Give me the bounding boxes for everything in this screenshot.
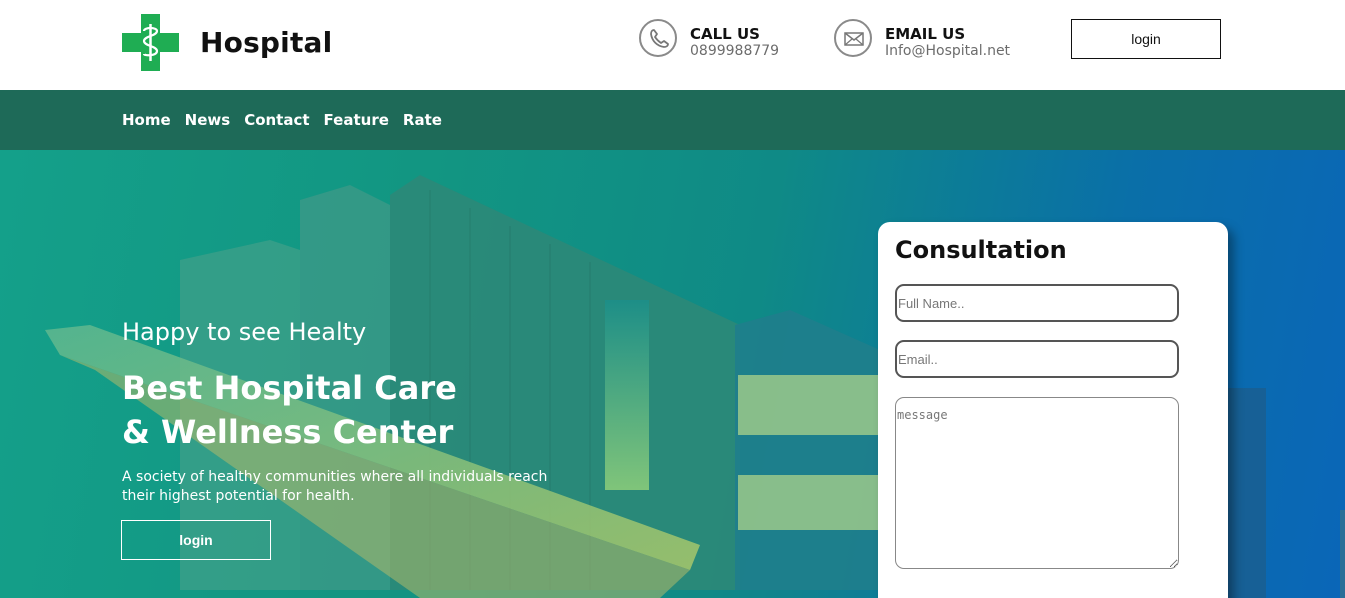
header-login-button[interactable]: login <box>1071 19 1221 59</box>
message-textarea[interactable] <box>895 397 1179 569</box>
phone-icon <box>639 19 677 57</box>
email-us-block: EMAIL US Info@Hospital.net <box>834 19 1034 61</box>
nav-item-feature[interactable]: Feature <box>324 111 389 129</box>
phone-number[interactable]: 0899988779 <box>690 43 779 59</box>
hero-description: A society of healthy communities where a… <box>122 469 548 504</box>
nav-item-news[interactable]: News <box>185 111 231 129</box>
email-us-title: EMAIL US <box>885 25 966 43</box>
email-address[interactable]: Info@Hospital.net <box>885 43 1010 59</box>
full-name-input[interactable] <box>895 284 1179 322</box>
call-us-title: CALL US <box>690 25 760 43</box>
main-nav: Home News Contact Feature Rate <box>0 90 1345 150</box>
brand-name[interactable]: Hospital <box>200 26 332 59</box>
hero-section: Happy to see Healty Best Hospital Care &… <box>0 150 1345 598</box>
consultation-title: Consultation <box>895 236 1067 264</box>
site-header: Hospital CALL US 0899988779 EMAIL US Inf… <box>0 0 1345 90</box>
nav-item-home[interactable]: Home <box>122 111 171 129</box>
email-input[interactable] <box>895 340 1179 378</box>
nav-item-rate[interactable]: Rate <box>403 111 442 129</box>
hero-login-button[interactable]: login <box>121 520 271 560</box>
nav-item-contact[interactable]: Contact <box>244 111 309 129</box>
envelope-icon <box>834 19 872 57</box>
hero-title: Best Hospital Care & Wellness Center <box>122 366 457 454</box>
hero-subtitle: Happy to see Healty <box>122 318 367 346</box>
call-us-block: CALL US 0899988779 <box>639 19 809 61</box>
hero-title-line-1: Best Hospital Care <box>122 369 457 407</box>
hero-title-line-2: & Wellness Center <box>122 413 454 451</box>
hospital-cross-logo-icon[interactable] <box>122 14 179 71</box>
consultation-form-card: Consultation <box>878 222 1228 598</box>
